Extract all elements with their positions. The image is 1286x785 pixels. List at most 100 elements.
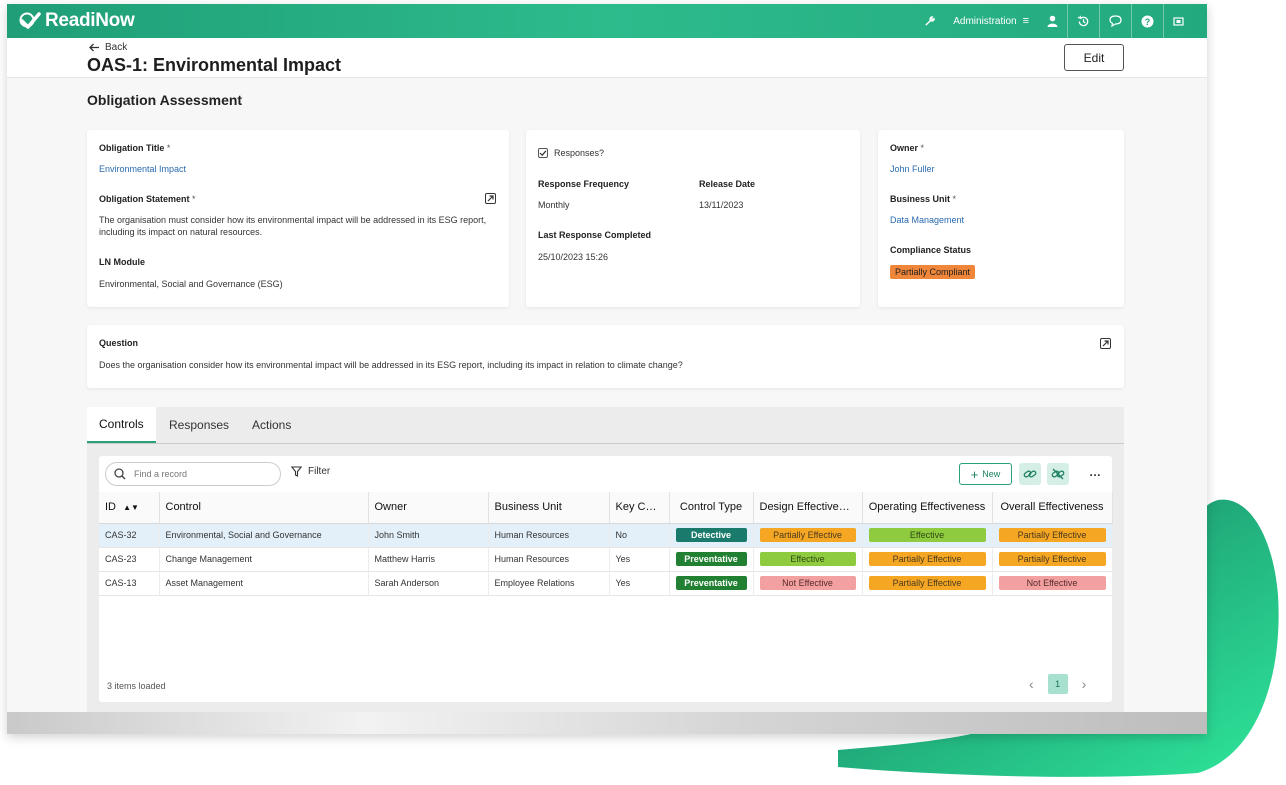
control-type-badge: Preventative [675,552,747,566]
control-type-badge: Detective [675,528,747,542]
fullscreen-icon[interactable] [1163,4,1193,38]
section-title: Obligation Assessment [87,92,243,108]
table-row[interactable]: CAS-23 Change Management Matthew Harris … [99,547,1113,572]
cell-business-unit: Human Resources [488,547,610,572]
business-unit-link[interactable]: Data Management [890,215,964,225]
business-unit-label: Business Unit * [890,194,957,204]
more-options-button[interactable]: … [1089,465,1102,479]
checkmark-logo-icon [19,12,41,29]
compliance-status-badge: Partially Compliant [890,265,976,279]
app-window: ReadiNow Administration ≡ ? Back OAS-1: … [7,4,1207,734]
release-date-label: Release Date [699,179,756,189]
release-date-value: 13/11/2023 [699,200,744,210]
back-label: Back [105,42,128,53]
sort-icon: ▲▼ [123,503,139,513]
page-header: Back OAS-1: Environmental Impact Edit [7,38,1207,78]
overall-effectiveness-badge: Partially Effective [998,552,1106,566]
chevron-right-icon[interactable]: › [1082,676,1087,692]
cell-id: CAS-13 [99,571,160,596]
new-button[interactable]: + New [959,463,1012,485]
arrow-left-icon [89,43,99,52]
response-details-card: Responses? Response Frequency Monthly Re… [526,130,860,307]
app-logo[interactable]: ReadiNow [19,10,135,32]
cell-owner: John Smith [368,523,489,548]
compliance-status-label: Compliance Status [890,245,972,255]
question-card: Question Does the organisation consider … [87,325,1124,388]
expand-icon[interactable] [1100,338,1111,349]
cell-owner: Matthew Harris [368,547,489,572]
design-effectiveness-badge: Not Effective [759,576,856,590]
control-type-badge: Preventative [675,576,747,590]
operating-effectiveness-badge: Partially Effective [868,576,986,590]
history-icon[interactable] [1067,4,1099,38]
filter-icon [291,466,302,477]
ownership-card: Owner * John Fuller Business Unit * Data… [878,130,1124,307]
question-label: Question [99,338,139,348]
administration-menu[interactable]: Administration ≡ [944,4,1038,38]
table-header-row: ID ▲▼ Control Owner Business Unit Key Co… [99,492,1113,524]
cell-business-unit: Employee Relations [488,571,610,596]
column-header-control[interactable]: Control [159,492,369,524]
ln-module-value: Environmental, Social and Governance (ES… [99,279,283,289]
user-icon[interactable] [1038,4,1067,38]
design-effectiveness-badge: Effective [759,552,856,566]
expand-icon[interactable] [485,193,496,204]
top-navigation-bar: ReadiNow Administration ≡ ? [7,4,1207,38]
edit-button[interactable]: Edit [1064,44,1124,71]
cell-control: Change Management [159,547,369,572]
unlink-button[interactable] [1047,463,1069,485]
column-header-operating-effectiveness[interactable]: Operating Effectiveness [862,492,993,524]
search-icon [114,468,126,480]
app-name: ReadiNow [45,10,135,31]
column-header-id[interactable]: ID ▲▼ [99,492,160,524]
column-header-design-effectiveness[interactable]: Design Effectivene... [753,492,863,524]
obligation-title-link[interactable]: Environmental Impact [99,164,186,174]
obligation-statement-value: The organisation must consider how its e… [99,215,487,237]
checkbox-checked-icon [538,148,548,158]
items-loaded-text: 3 items loaded [107,681,166,691]
link-button[interactable] [1019,463,1041,485]
cell-control: Asset Management [159,571,369,596]
responses-checkbox[interactable]: Responses? [538,148,604,158]
controls-table: ID ▲▼ Control Owner Business Unit Key Co… [99,492,1113,596]
column-header-overall-effectiveness[interactable]: Overall Effectiveness [992,492,1113,524]
cell-key-control: Yes [609,571,670,596]
cell-key-control: Yes [609,547,670,572]
search-input[interactable] [134,469,264,479]
tab-responses[interactable]: Responses [157,407,241,443]
help-icon[interactable]: ? [1131,4,1163,38]
column-header-control-type[interactable]: Control Type [669,492,754,524]
cell-id: CAS-32 [99,523,160,548]
filter-button[interactable]: Filter [291,466,330,477]
cell-business-unit: Human Resources [488,523,610,548]
obligation-details-card: Obligation Title * Environmental Impact … [87,130,509,307]
administration-label: Administration [953,15,1017,27]
comment-icon[interactable] [1099,4,1131,38]
pagination: ‹ 1 › [1029,674,1086,694]
owner-label: Owner * [890,143,925,153]
controls-grid: Filter + New … I [99,456,1113,702]
responses-label: Responses? [554,148,605,158]
response-frequency-value: Monthly [538,200,570,210]
link-icon [1023,470,1037,478]
page-number-button[interactable]: 1 [1047,674,1068,694]
column-header-owner[interactable]: Owner [368,492,489,524]
wrench-icon[interactable] [915,4,944,38]
column-header-key-control[interactable]: Key Con... [609,492,670,524]
obligation-statement-label: Obligation Statement * [99,194,196,204]
design-effectiveness-badge: Partially Effective [759,528,856,542]
search-box[interactable] [105,462,281,486]
table-row[interactable]: CAS-13 Asset Management Sarah Anderson E… [99,571,1113,596]
page-title: OAS-1: Environmental Impact [87,55,342,75]
owner-link[interactable]: John Fuller [890,164,935,174]
table-row[interactable]: CAS-32 Environmental, Social and Governa… [99,523,1113,548]
back-link[interactable]: Back [89,42,127,53]
controls-panel: Filter + New … I [87,444,1124,712]
tab-actions[interactable]: Actions [240,407,303,443]
cell-key-control: No [609,523,670,548]
column-header-business-unit[interactable]: Business Unit [488,492,610,524]
chevron-left-icon[interactable]: ‹ [1029,676,1034,692]
obligation-title-label: Obligation Title * [99,143,171,153]
tab-controls[interactable]: Controls [87,407,156,443]
new-label: New [982,469,1001,479]
